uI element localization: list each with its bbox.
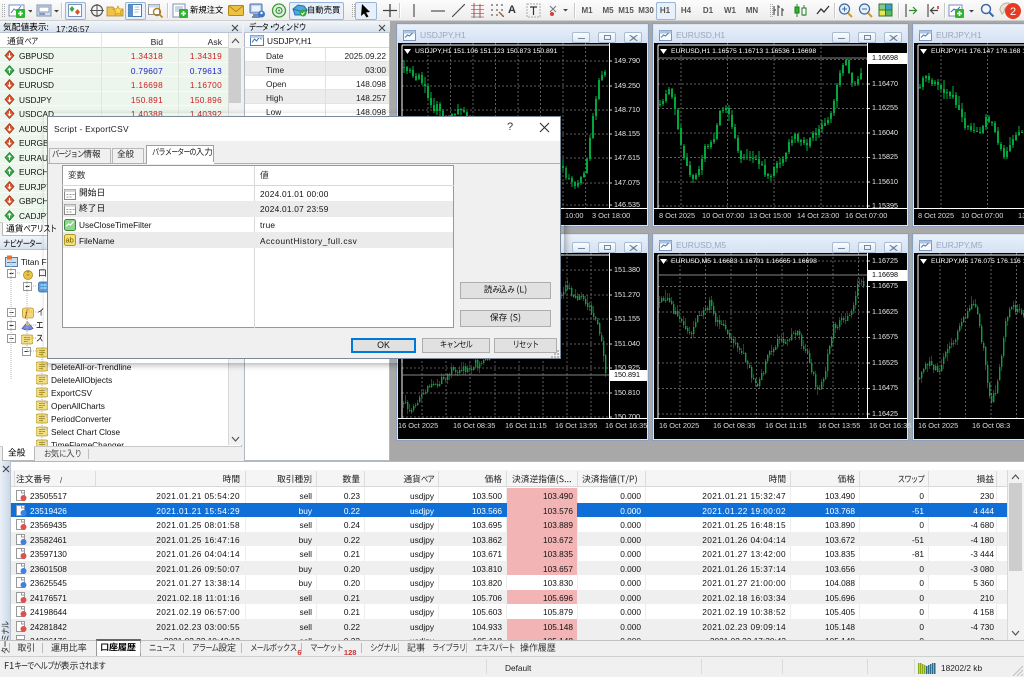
svg-text:2: 2 <box>1010 6 1016 18</box>
svg-text:ab: ab <box>66 236 74 245</box>
